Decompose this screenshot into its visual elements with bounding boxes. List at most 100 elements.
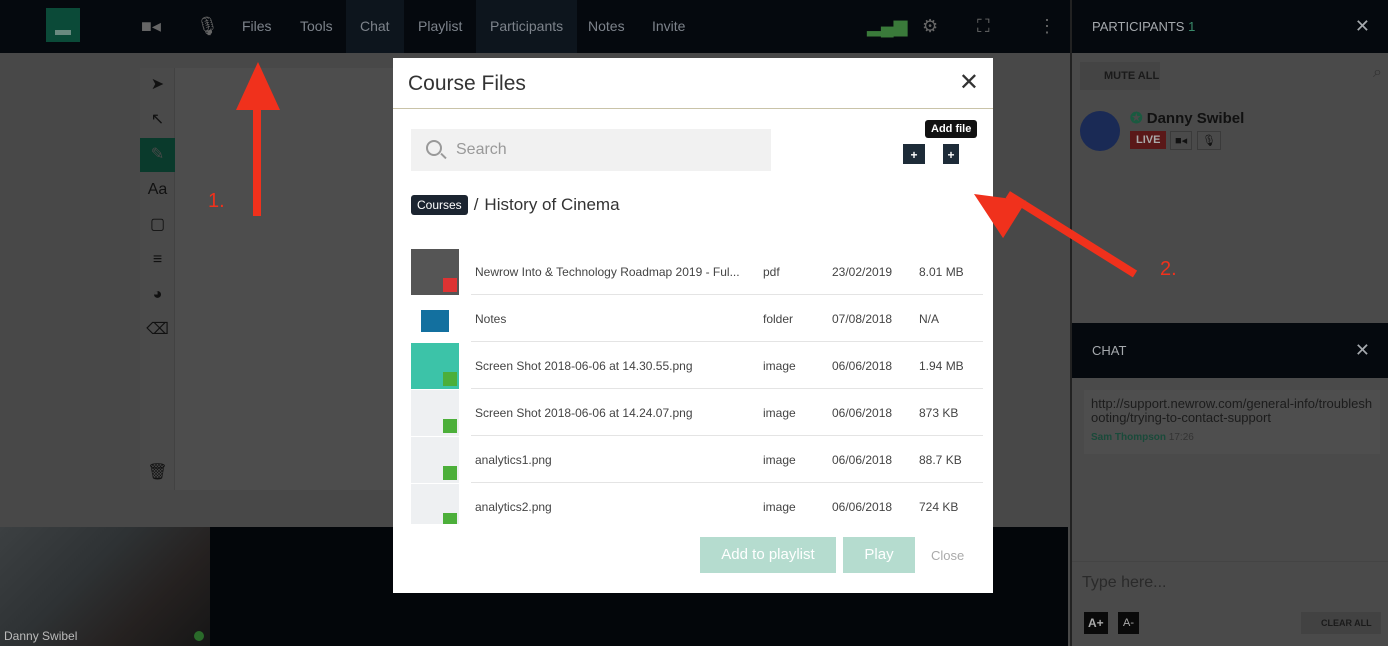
nav-invite[interactable]: Invite: [638, 0, 699, 53]
pdf-icon: [443, 278, 457, 292]
nav-files[interactable]: Files: [228, 0, 286, 53]
file-type: image: [763, 359, 796, 373]
file-date: 06/06/2018: [832, 500, 893, 514]
file-size: 1.94 MB: [919, 359, 964, 373]
fullscreen-icon[interactable]: ⛶: [977, 16, 990, 37]
file-row[interactable]: Screen Shot 2018-06-06 at 14.24.07.png im…: [411, 389, 983, 436]
mute-all-button[interactable]: MUTE ALL: [1080, 62, 1160, 90]
chat-title: CHAT: [1092, 343, 1127, 358]
eraser-icon[interactable]: ⌫: [140, 313, 175, 347]
arrow-tool-icon[interactable]: ↖: [140, 103, 175, 137]
close-button[interactable]: Close: [931, 548, 964, 563]
right-panel: PARTICIPANTS 1 ✕ MUTE ALL ⌕ ✪ Danny Swibe…: [1070, 0, 1388, 646]
file-date: 06/06/2018: [832, 406, 893, 420]
file-name: Screen Shot 2018-06-06 at 14.24.07.png: [475, 406, 693, 420]
file-row[interactable]: Notes folder 07/08/2018 N/A: [411, 295, 983, 342]
video-tile[interactable]: Danny Swibel: [0, 527, 210, 646]
add-folder-icon[interactable]: +: [903, 144, 925, 164]
annotation-arrowhead-1: [236, 62, 280, 110]
chat-message: http://support.newrow.com/general-info/t…: [1084, 390, 1380, 454]
file-date: 07/08/2018: [832, 312, 893, 326]
line-width-icon[interactable]: ≡: [140, 243, 175, 277]
file-list: Newrow Into & Technology Roadmap 2019 - …: [411, 248, 983, 524]
font-decrease-button[interactable]: A-: [1118, 612, 1139, 634]
signal-icon: ▂▄▆: [867, 16, 908, 36]
file-date: 06/06/2018: [832, 453, 893, 467]
file-size: 8.01 MB: [919, 265, 964, 279]
file-thumbnail: [411, 343, 459, 389]
pointer-icon[interactable]: ➤: [140, 68, 175, 102]
trash-icon[interactable]: 🗑: [140, 456, 175, 490]
file-size: 88.7 KB: [919, 453, 962, 467]
file-type: folder: [763, 312, 794, 326]
file-thumbnail: [411, 484, 459, 524]
mute-all-label: MUTE ALL: [1104, 70, 1160, 82]
rectangle-icon[interactable]: ▢: [140, 208, 175, 242]
more-icon[interactable]: ⋮: [1038, 16, 1056, 37]
file-row[interactable]: analytics2.png image 06/06/2018 724 KB: [411, 483, 983, 524]
close-icon[interactable]: ✕: [959, 68, 979, 97]
file-type: image: [763, 500, 796, 514]
file-row[interactable]: analytics1.png image 06/06/2018 88.7 KB: [411, 436, 983, 483]
text-tool-icon[interactable]: Aa: [140, 173, 175, 207]
whiteboard[interactable]: [140, 68, 400, 490]
file-size: 873 KB: [919, 406, 959, 420]
font-increase-button[interactable]: A+: [1084, 612, 1108, 634]
file-date: 06/06/2018: [832, 359, 893, 373]
file-thumbnail: [411, 437, 459, 483]
message-time: 17:26: [1168, 432, 1194, 443]
participant-name-text: Danny Swibel: [1146, 110, 1245, 127]
participants-count: 1: [1188, 19, 1196, 34]
file-type: pdf: [763, 265, 780, 279]
nav-participants[interactable]: Participants: [476, 0, 578, 53]
image-icon: [443, 419, 457, 433]
file-name: Screen Shot 2018-06-06 at 14.30.55.png: [475, 359, 693, 373]
chat-input[interactable]: [1072, 561, 1388, 603]
file-row[interactable]: Newrow Into & Technology Roadmap 2019 - …: [411, 248, 983, 295]
participants-title: PARTICIPANTS: [1092, 19, 1185, 34]
folder-icon: [411, 296, 459, 342]
file-date: 23/02/2019: [832, 265, 893, 279]
breadcrumb-courses[interactable]: Courses: [411, 195, 468, 215]
file-type: image: [763, 406, 796, 420]
participants-header: PARTICIPANTS 1 ✕: [1072, 0, 1388, 53]
camera-icon[interactable]: ■◂: [141, 16, 161, 37]
file-row[interactable]: Screen Shot 2018-06-06 at 14.30.55.png im…: [411, 342, 983, 389]
add-file-icon[interactable]: +: [943, 144, 959, 164]
avatar: [1080, 111, 1120, 151]
pencil-icon[interactable]: ✎: [140, 138, 175, 172]
microphone-icon[interactable]: 🎙: [196, 16, 219, 37]
close-icon[interactable]: ✕: [1355, 323, 1370, 378]
file-name: Newrow Into & Technology Roadmap 2019 - …: [475, 265, 740, 279]
chat-header: CHAT ✕: [1072, 323, 1388, 378]
clear-all-label: CLEAR ALL: [1321, 618, 1372, 628]
clear-all-button[interactable]: CLEAR ALL: [1301, 612, 1381, 634]
gear-icon[interactable]: ⚙: [922, 16, 938, 37]
palette-icon[interactable]: ◕: [140, 278, 175, 312]
dialog-title: Course Files: [408, 72, 526, 95]
search-icon[interactable]: ⌕: [1373, 64, 1382, 82]
file-name: analytics1.png: [475, 453, 552, 467]
breadcrumb-separator: /: [473, 195, 479, 214]
search-input[interactable]: [411, 129, 771, 171]
file-name: analytics2.png: [475, 500, 552, 514]
message-author: Sam Thompson: [1091, 432, 1167, 443]
microphone-icon[interactable]: 🎙: [1197, 131, 1221, 150]
nav-notes[interactable]: Notes: [574, 0, 639, 53]
live-badge: LIVE: [1130, 131, 1167, 149]
add-to-playlist-button[interactable]: Add to playlist: [700, 537, 836, 573]
play-button[interactable]: Play: [843, 537, 915, 573]
file-size: 724 KB: [919, 500, 959, 514]
participant-name: ✪ Danny Swibel: [1130, 109, 1244, 127]
nav-tools[interactable]: Tools: [286, 0, 347, 53]
close-icon[interactable]: ✕: [1355, 0, 1370, 53]
nav-chat[interactable]: Chat: [346, 0, 404, 53]
camera-icon[interactable]: ■◂: [1170, 131, 1193, 150]
file-name: Notes: [475, 312, 507, 326]
nav-playlist[interactable]: Playlist: [404, 0, 476, 53]
file-thumbnail: [411, 390, 459, 436]
course-files-dialog: Course Files ✕ Add file + + Courses / Hist…: [393, 58, 993, 593]
file-thumbnail: [411, 249, 459, 295]
star-icon: ✪: [1130, 110, 1143, 127]
file-size: N/A: [919, 312, 940, 326]
